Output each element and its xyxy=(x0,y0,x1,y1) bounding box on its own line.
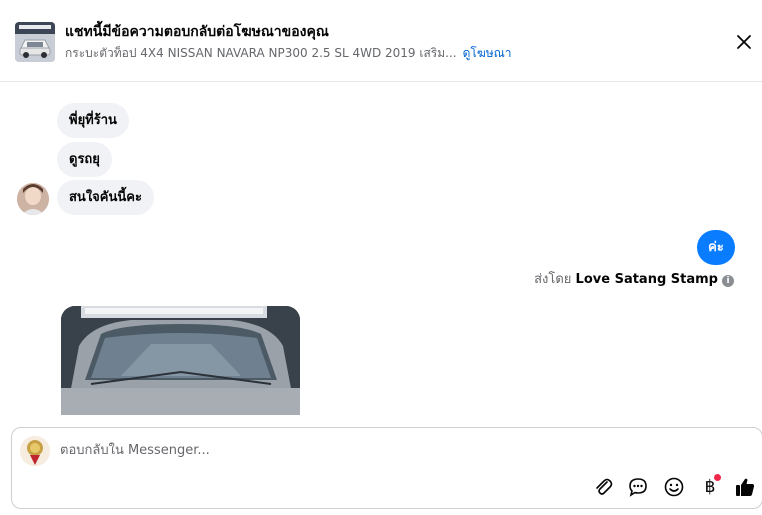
contact-avatar[interactable] xyxy=(17,183,49,215)
car-thumbnail-icon xyxy=(15,22,55,62)
sent-by-prefix: ส่งโดย xyxy=(534,272,572,287)
like-button[interactable] xyxy=(734,476,756,498)
incoming-message[interactable]: สนใจคันนี้คะ xyxy=(57,180,154,215)
close-button[interactable] xyxy=(732,30,756,54)
header-subtitle: กระบะตัวท็อป 4X4 NISSAN NAVARA NP300 2.5… xyxy=(65,44,512,62)
contact-avatar-image xyxy=(17,183,49,215)
sent-by-label: ส่งโดย Love Satang Stamp i xyxy=(534,271,734,289)
saved-replies-button[interactable] xyxy=(627,476,649,498)
emoji-icon xyxy=(664,477,684,497)
attachment-icon xyxy=(596,478,613,495)
sender-name: Love Satang Stamp xyxy=(575,272,718,287)
info-icon[interactable]: i xyxy=(722,275,734,287)
emoji-button[interactable] xyxy=(663,476,685,498)
reply-input[interactable]: ตอบกลับใน Messenger... xyxy=(60,442,210,460)
like-icon xyxy=(736,478,755,496)
ad-description: กระบะตัวท็อป 4X4 NISSAN NAVARA NP300 2.5… xyxy=(65,46,457,60)
image-message[interactable] xyxy=(61,306,300,415)
incoming-message[interactable]: ดูรถยุ xyxy=(57,142,112,177)
ad-thumbnail[interactable] xyxy=(15,22,55,62)
attach-button[interactable] xyxy=(592,476,614,498)
outgoing-message[interactable]: ค่ะ xyxy=(697,230,735,265)
page-avatar-image xyxy=(20,436,50,466)
car-photo xyxy=(61,306,300,415)
reply-composer: ตอบกลับใน Messenger... ฿ xyxy=(11,427,762,509)
notification-dot xyxy=(714,474,721,481)
view-ad-link[interactable]: ดูโฆษณา xyxy=(463,46,512,60)
close-icon xyxy=(737,35,751,49)
page-avatar xyxy=(20,436,50,466)
saved-replies-icon xyxy=(629,478,647,497)
header-title: แชทนี้มีข้อความตอบกลับต่อโฆษณาของคุณ xyxy=(65,24,329,40)
payment-button[interactable]: ฿ xyxy=(699,474,721,498)
incoming-message[interactable]: พี่ยุที่ร้าน xyxy=(57,103,129,138)
chat-header: แชทนี้มีข้อความตอบกลับต่อโฆษณาของคุณ กระ… xyxy=(0,0,762,82)
